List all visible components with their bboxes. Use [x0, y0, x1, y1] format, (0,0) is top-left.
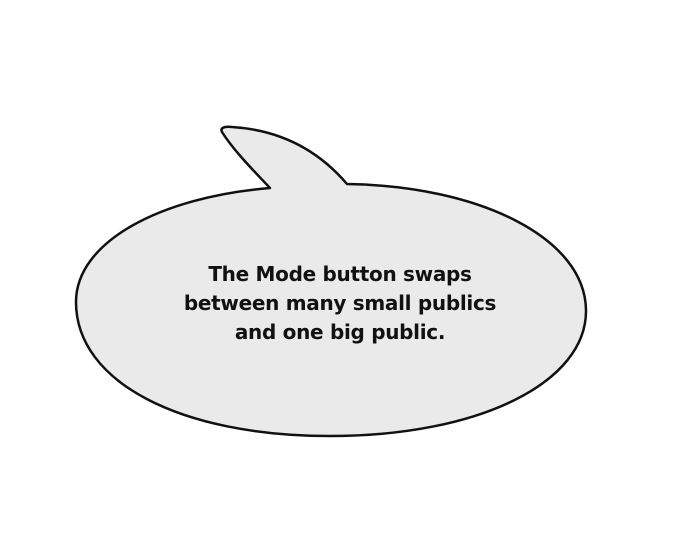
speech-bubble-text: The Mode button swaps between many small… [140, 260, 540, 347]
speech-bubble-line-1: The Mode button swaps [208, 262, 472, 286]
speech-bubble-line-3: and one big public. [234, 320, 446, 344]
speech-bubble-line-2: between many small publics [183, 291, 497, 315]
